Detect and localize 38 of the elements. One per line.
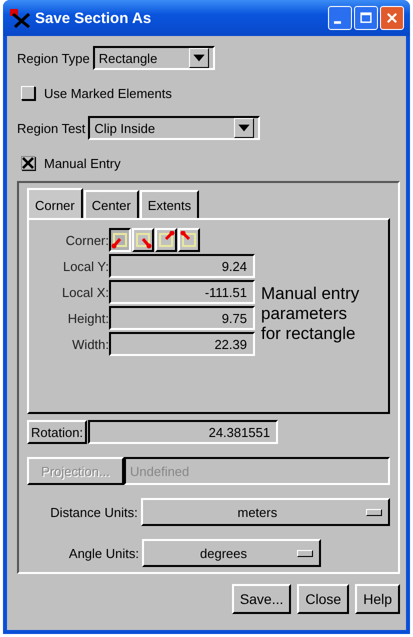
rotation-field[interactable]: 24.381551	[88, 420, 278, 444]
input-field[interactable]: 9.75	[109, 306, 255, 330]
region-test-label: Region Test	[17, 120, 86, 136]
rotation-label: Rotation:	[27, 420, 88, 444]
angle-units-dropdown[interactable]: degrees	[142, 539, 321, 567]
checkbox-label: Use Marked Elements	[44, 86, 172, 100]
dialog-button[interactable]: Help	[355, 584, 400, 614]
distance-units-dropdown[interactable]: meters	[140, 498, 390, 526]
input-field[interactable]: 9.24	[109, 254, 255, 278]
region-type-label: Region Type	[17, 50, 90, 66]
angle-units-label: Angle Units:	[68, 546, 139, 560]
window-title: Save Section As	[35, 10, 152, 26]
field-label: Height:	[66, 310, 109, 326]
field-label: Local X:	[61, 284, 109, 300]
region-type-dropdown[interactable]: Rectangle	[92, 46, 215, 70]
input-field[interactable]: 22.39	[109, 332, 255, 356]
region-test-dropdown[interactable]: Clip Inside	[88, 116, 260, 140]
maximize-button[interactable]	[354, 6, 378, 30]
dialog-button[interactable]: Save...	[232, 584, 292, 614]
note-text: Manual entry parameters for rectangle	[261, 284, 360, 345]
corner-label: Corner:	[64, 232, 109, 248]
maximize-icon	[359, 11, 373, 25]
checkbox-label: Manual Entry	[44, 156, 121, 170]
minimize-icon	[334, 20, 341, 24]
corner-button[interactable]	[109, 228, 131, 252]
minimize-button[interactable]	[328, 6, 352, 30]
close-button[interactable]	[380, 6, 404, 30]
distance-units-label: Distance Units:	[49, 504, 138, 520]
field-label: Width:	[71, 336, 109, 352]
tab[interactable]: Center	[84, 190, 139, 218]
close-icon	[385, 11, 399, 25]
field-label: Local Y:	[62, 258, 109, 274]
tab[interactable]: Extents	[140, 190, 200, 218]
checkbox[interactable]	[21, 156, 35, 170]
input-field[interactable]: -111.51	[109, 280, 255, 304]
dialog-button[interactable]: Close	[297, 584, 350, 614]
app-icon	[9, 8, 31, 28]
tab[interactable]: Corner	[27, 188, 83, 218]
